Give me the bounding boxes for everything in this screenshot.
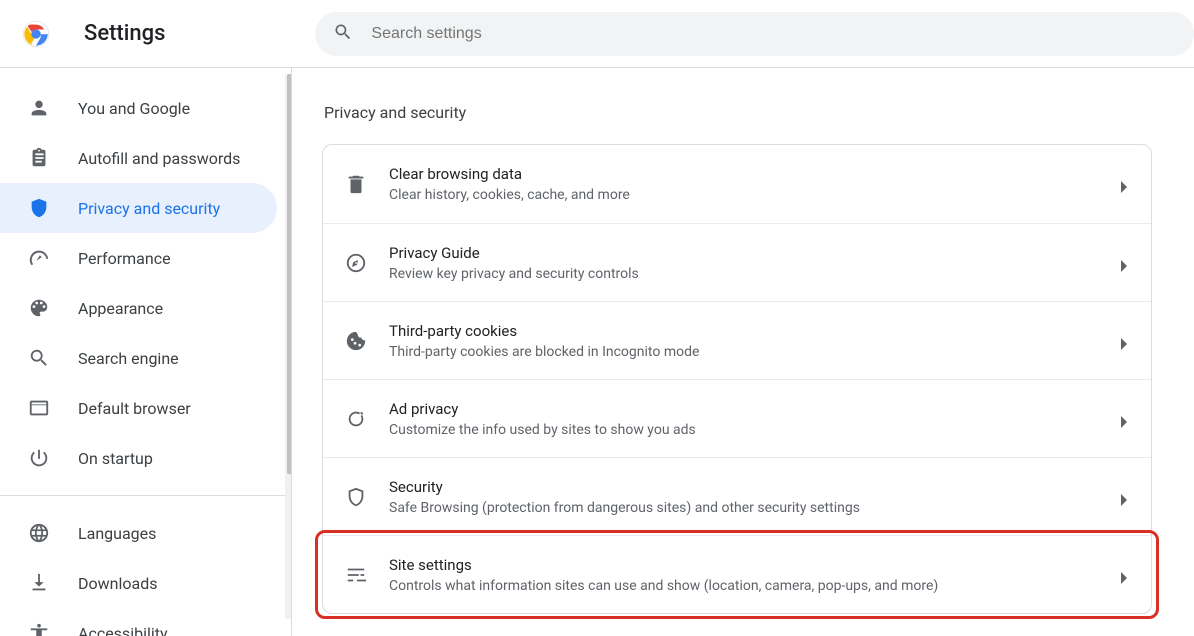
section-title: Privacy and security [324,103,1194,122]
sidebar-item-label: Autofill and passwords [78,149,240,168]
power-icon [28,447,50,469]
shield-icon [28,197,50,219]
row-title: Third-party cookies [389,322,1109,340]
sidebar-item-default-browser[interactable]: Default browser [0,383,277,433]
assignment-icon [28,147,50,169]
sidebar-item-label: On startup [78,449,153,468]
row-title: Site settings [389,556,1109,574]
row-security[interactable]: Security Safe Browsing (protection from … [323,457,1151,535]
chrome-logo-icon [22,20,50,48]
chevron-right-icon [1119,570,1129,580]
sidebar-item-label: Performance [78,249,171,268]
cookie-icon [345,330,367,352]
chevron-right-icon [1119,179,1129,189]
chevron-right-icon [1119,336,1129,346]
sidebar-item-downloads[interactable]: Downloads [0,558,277,608]
sidebar-item-performance[interactable]: Performance [0,233,277,283]
sidebar-item-you-and-google[interactable]: You and Google [0,83,277,133]
sidebar-divider [0,495,291,496]
sidebar-item-on-startup[interactable]: On startup [0,433,277,483]
sidebar-item-label: Default browser [78,399,191,418]
row-title: Privacy Guide [389,244,1109,262]
sidebar-item-label: Languages [78,524,156,543]
sidebar-item-label: Privacy and security [78,199,220,218]
row-site-settings[interactable]: Site settings Controls what information … [323,535,1151,613]
row-privacy-guide[interactable]: Privacy Guide Review key privacy and sec… [323,223,1151,301]
row-sub: Review key privacy and security controls [389,266,1109,282]
sidebar-item-appearance[interactable]: Appearance [0,283,277,333]
row-sub: Clear history, cookies, cache, and more [389,187,1109,203]
chevron-right-icon [1119,258,1129,268]
scrollbar-thumb[interactable] [287,74,292,474]
row-title: Ad privacy [389,400,1109,418]
row-clear-browsing-data[interactable]: Clear browsing data Clear history, cooki… [323,145,1151,223]
settings-list: Clear browsing data Clear history, cooki… [322,144,1152,614]
sidebar-item-label: Accessibility [78,624,168,636]
chevron-right-icon [1119,492,1129,502]
sidebar-item-label: Search engine [78,349,179,368]
sidebar-item-label: Downloads [78,574,157,593]
sidebar-item-accessibility[interactable]: Accessibility [0,608,277,636]
globe-icon [28,522,50,544]
accessibility-icon [28,622,50,636]
sidebar: You and Google Autofill and passwords Pr… [0,68,292,636]
row-sub: Third-party cookies are blocked in Incog… [389,344,1109,360]
search-icon [333,22,371,46]
tune-icon [345,564,367,586]
browser-icon [28,397,50,419]
compass-icon [345,252,367,274]
shield-outline-icon [345,486,367,508]
sidebar-item-languages[interactable]: Languages [0,508,277,558]
search-input[interactable] [371,25,1176,43]
speedometer-icon [28,247,50,269]
row-sub: Controls what information sites can use … [389,578,1109,594]
scrollbar[interactable] [285,74,292,619]
sidebar-item-label: Appearance [78,299,163,318]
content: Privacy and security Clear browsing data… [292,68,1194,636]
row-title: Clear browsing data [389,165,1109,183]
header: Settings [0,0,1194,68]
ads-icon [345,408,367,430]
sidebar-item-privacy-security[interactable]: Privacy and security [0,183,277,233]
palette-icon [28,297,50,319]
row-third-party-cookies[interactable]: Third-party cookies Third-party cookies … [323,301,1151,379]
row-ad-privacy[interactable]: Ad privacy Customize the info used by si… [323,379,1151,457]
chevron-right-icon [1119,414,1129,424]
search-bar[interactable] [315,12,1194,56]
download-icon [28,572,50,594]
page-title: Settings [84,21,165,46]
sidebar-item-label: You and Google [78,99,190,118]
row-sub: Customize the info used by sites to show… [389,422,1109,438]
sidebar-item-search-engine[interactable]: Search engine [0,333,277,383]
row-title: Security [389,478,1109,496]
row-sub: Safe Browsing (protection from dangerous… [389,500,1109,516]
person-icon [28,97,50,119]
trash-icon [345,173,367,195]
sidebar-item-autofill[interactable]: Autofill and passwords [0,133,277,183]
search-icon [28,347,50,369]
